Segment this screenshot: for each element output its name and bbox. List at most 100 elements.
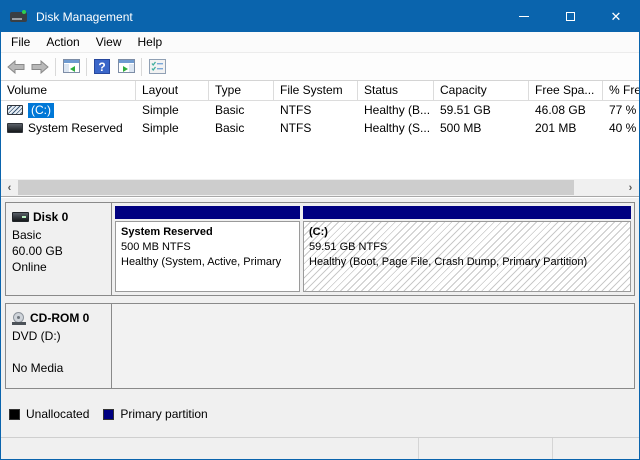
volume-name: (C:) (28, 103, 54, 118)
primary-partition-swatch (103, 409, 114, 420)
disk-status: Online (12, 259, 105, 275)
action-pane-icon (118, 59, 135, 74)
partition-c[interactable]: (C:) 59.51 GB NTFS Healthy (Boot, Page F… (303, 206, 631, 292)
back-arrow-icon (7, 60, 25, 74)
svg-text:?: ? (98, 60, 105, 74)
scroll-right-icon[interactable]: › (622, 179, 639, 196)
status-pane (553, 438, 639, 459)
partition-system-reserved[interactable]: System Reserved 500 MB NTFS Healthy (Sys… (115, 206, 300, 292)
toolbar-separator (55, 58, 56, 76)
unallocated-swatch (9, 409, 20, 420)
scroll-left-icon[interactable]: ‹ (1, 179, 18, 196)
status-pane (1, 438, 419, 459)
disk-icon (12, 212, 29, 222)
volume-capacity: 500 MB (434, 121, 529, 135)
minimize-icon (519, 16, 529, 17)
cdrom-0-row: CD-ROM 0 DVD (D:) No Media (5, 303, 635, 389)
toolbar-separator (86, 58, 87, 76)
volume-pct-free: 40 % (603, 121, 639, 135)
disk-0-label-panel[interactable]: Disk 0 Basic 60.00 GB Online (6, 203, 112, 295)
disk-size: 60.00 GB (12, 243, 105, 259)
cdrom-icon (12, 312, 27, 325)
scrollbar-thumb[interactable] (18, 180, 574, 195)
column-header-free-space[interactable]: Free Spa... (529, 81, 603, 101)
help-button[interactable]: ? (90, 56, 114, 78)
close-icon: ✕ (611, 10, 622, 23)
column-header-type[interactable]: Type (209, 81, 274, 101)
legend: Unallocated Primary partition (5, 405, 635, 423)
column-header-pct-free[interactable]: % Fre (603, 81, 639, 101)
minimize-button[interactable] (501, 1, 547, 32)
primary-partition-color-bar (303, 206, 631, 219)
legend-primary-partition: Primary partition (99, 407, 207, 421)
back-button[interactable] (4, 56, 28, 78)
disk-list-button[interactable] (145, 56, 169, 78)
partition-status: Healthy (System, Active, Primary (121, 255, 294, 270)
volume-drive-icon (7, 123, 23, 133)
primary-partition-color-bar (115, 206, 300, 219)
disk-type: DVD (D:) (12, 328, 105, 344)
volume-layout: Simple (136, 121, 209, 135)
volume-type: Basic (209, 121, 274, 135)
volume-layout: Simple (136, 103, 209, 117)
partition-size: 500 MB NTFS (121, 240, 294, 255)
forward-button[interactable] (28, 56, 52, 78)
disk-name: CD-ROM 0 (30, 311, 89, 325)
disk-0-row: Disk 0 Basic 60.00 GB Online System Rese… (5, 202, 635, 296)
legend-unallocated: Unallocated (5, 407, 89, 421)
cdrom-0-label-panel[interactable]: CD-ROM 0 DVD (D:) No Media (6, 304, 112, 388)
volume-drive-icon (7, 105, 23, 115)
disk-management-window: Disk Management ✕ File Action View Help (0, 0, 640, 460)
volume-name: System Reserved (28, 121, 123, 135)
volume-file-system: NTFS (274, 103, 358, 117)
help-icon: ? (94, 59, 110, 74)
close-button[interactable]: ✕ (593, 1, 639, 32)
volume-pct-free: 77 % (603, 103, 639, 117)
disk-status: No Media (12, 360, 105, 376)
column-header-status[interactable]: Status (358, 81, 434, 101)
legend-label: Primary partition (120, 407, 207, 421)
column-header-capacity[interactable]: Capacity (434, 81, 529, 101)
menu-view[interactable]: View (88, 32, 130, 52)
graphical-view: Disk 0 Basic 60.00 GB Online System Rese… (1, 198, 639, 437)
maximize-button[interactable] (547, 1, 593, 32)
cdrom-media-area (112, 304, 634, 388)
toolbar-separator (141, 58, 142, 76)
volume-status: Healthy (B... (358, 103, 434, 117)
volume-list-header: Volume Layout Type File System Status Ca… (1, 81, 639, 101)
column-header-file-system[interactable]: File System (274, 81, 358, 101)
menu-action[interactable]: Action (38, 32, 87, 52)
statusbar (1, 437, 639, 459)
volume-file-system: NTFS (274, 121, 358, 135)
menubar: File Action View Help (1, 32, 639, 53)
partition-status: Healthy (Boot, Page File, Crash Dump, Pr… (309, 255, 625, 270)
app-icon (10, 10, 28, 24)
window-title: Disk Management (36, 10, 133, 24)
console-tree-icon (63, 59, 80, 74)
disk-0-partitions: System Reserved 500 MB NTFS Healthy (Sys… (112, 203, 634, 295)
console-tree-button[interactable] (59, 56, 83, 78)
maximize-icon (566, 12, 575, 21)
volume-free-space: 201 MB (529, 121, 603, 135)
action-pane-button[interactable] (114, 56, 138, 78)
volume-type: Basic (209, 103, 274, 117)
partition-name: System Reserved (121, 225, 294, 240)
column-header-volume[interactable]: Volume (1, 81, 136, 101)
status-pane (419, 438, 553, 459)
volume-status: Healthy (S... (358, 121, 434, 135)
volume-row-system-reserved[interactable]: System Reserved Simple Basic NTFS Health… (1, 119, 639, 137)
menu-file[interactable]: File (3, 32, 38, 52)
column-header-layout[interactable]: Layout (136, 81, 209, 101)
partition-size: 59.51 GB NTFS (309, 240, 625, 255)
menu-help[interactable]: Help (130, 32, 171, 52)
legend-label: Unallocated (26, 407, 89, 421)
volume-row-c[interactable]: (C:) Simple Basic NTFS Healthy (B... 59.… (1, 101, 639, 119)
titlebar: Disk Management ✕ (1, 1, 639, 32)
toolbar: ? (1, 53, 639, 81)
disk-name: Disk 0 (33, 210, 68, 224)
volume-capacity: 59.51 GB (434, 103, 529, 117)
disk-type: Basic (12, 227, 105, 243)
partition-name: (C:) (309, 225, 625, 240)
volume-list-empty-area (1, 137, 639, 179)
horizontal-scrollbar[interactable]: ‹ › (1, 179, 639, 196)
